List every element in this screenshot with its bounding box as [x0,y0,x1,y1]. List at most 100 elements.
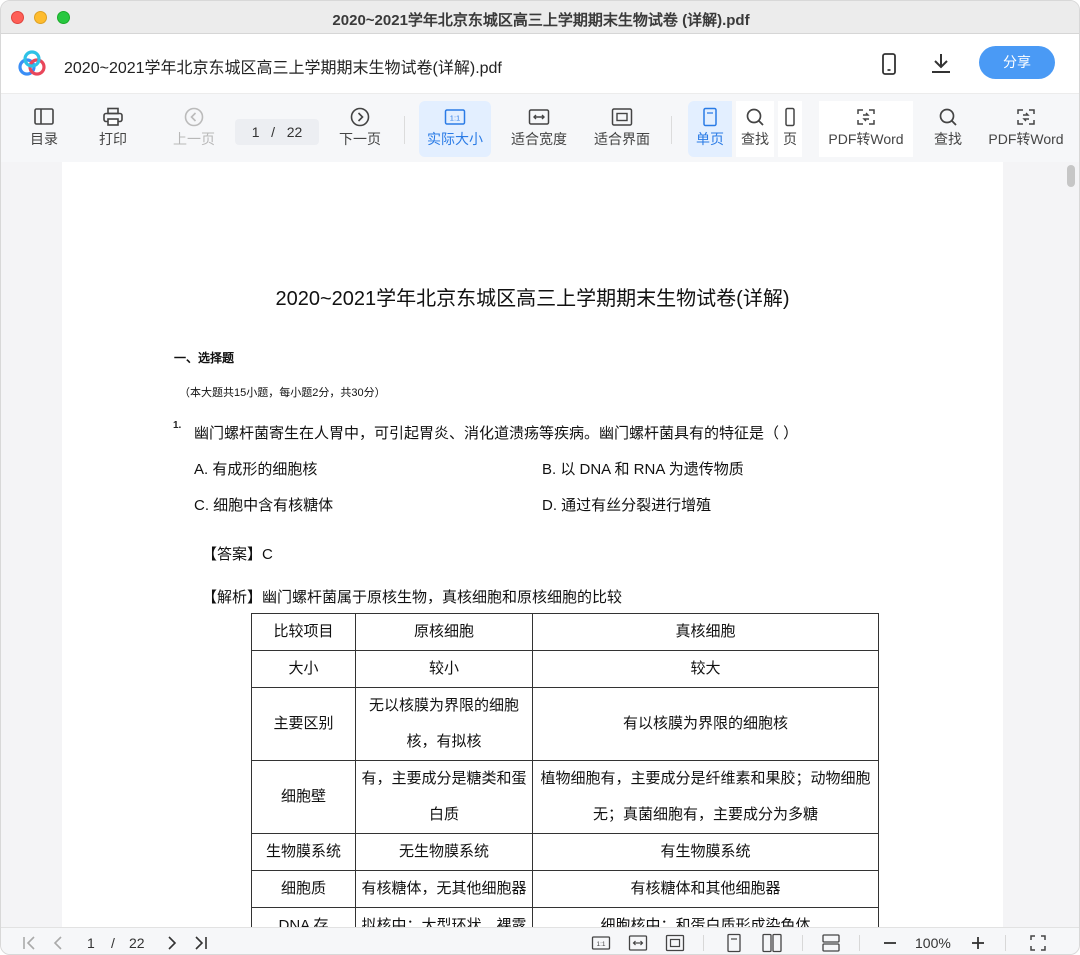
find-button[interactable]: 查找 [736,101,774,157]
table-cell: 无生物膜系统 [355,833,533,871]
app-header: 2020~2021学年北京东城区高三上学期期末生物试卷(详解).pdf 分享 [1,34,1079,94]
page-total: 22 [286,124,303,140]
convert-icon [1017,109,1035,125]
bottom-divider [1005,935,1006,951]
printer-icon [103,107,123,126]
fit-width-icon [628,935,648,951]
next-page-bottom-button[interactable] [163,933,181,953]
pdf-page: 2020~2021学年北京东城区高三上学期期末生物试卷(详解) 一、选择题 （本… [62,162,1003,927]
table-cell: 拟核中：大型环状、裸露 [355,907,533,927]
plus-icon [972,937,984,949]
next-page-button[interactable]: 下一页 [335,101,385,157]
page-mode-button[interactable]: 页 [778,101,802,157]
first-page-icon [23,936,35,950]
table-cell: 较大 [532,650,879,688]
share-button[interactable]: 分享 [979,46,1055,79]
table-cell: 生物膜系统 [251,833,356,871]
fit-width-bottom-button[interactable] [628,933,648,953]
actual-size-icon: 1:1 [444,109,466,125]
comparison-table: 比较项目 原核细胞 真核细胞 大小 较小 较大 主要区别 无以核膜为界限的细胞核… [251,613,879,927]
continuous-scroll-button[interactable] [821,933,841,953]
fit-page-label: 适合界面 [594,131,650,147]
table-cell: 细胞核中：和蛋白质形成染色体 [532,907,879,927]
find-label: 查找 [741,131,769,147]
fit-width-icon [528,109,550,125]
actual-size-button[interactable]: 1:1 实际大小 [419,101,491,157]
fit-page-button[interactable]: 适合界面 [589,101,655,157]
prev-page-bottom-button[interactable] [49,933,67,953]
zoom-out-button[interactable] [881,933,899,953]
table-cell: 有生物膜系统 [532,833,879,871]
chevron-left-icon [53,936,62,950]
question-number: 1. [173,420,182,431]
table-header-row: 比较项目 原核细胞 真核细胞 [251,613,879,651]
bottom-page-total: 22 [129,935,145,951]
bottom-page-current[interactable]: 1 [87,933,95,953]
fit-page-icon [665,934,685,952]
toc-button[interactable]: 目录 [19,101,69,157]
single-page-label: 单页 [696,131,724,147]
search-icon [746,108,764,126]
find-button-2[interactable]: 查找 [926,101,970,157]
section-note: （本大题共15小题，每小题2分，共30分） [179,387,386,399]
page-separator: / [271,124,276,140]
svg-text:1:1: 1:1 [596,941,605,948]
actual-size-label: 实际大小 [427,131,483,147]
print-label: 打印 [99,131,127,147]
analysis-text: 【解析】幽门螺杆菌属于原核生物，真核细胞和原核细胞的比较 [202,589,623,606]
pdf-to-word-button-2[interactable]: PDF转Word [985,101,1067,157]
continuous-scroll-icon [822,934,840,952]
first-page-button[interactable] [21,933,39,953]
zoom-level[interactable]: 100% [915,933,951,953]
table-cell: 无以核膜为界限的细胞核，有拟核 [355,687,533,761]
option-b: B. 以 DNA 和 RNA 为遗传物质 [542,461,744,478]
mobile-icon[interactable] [876,51,902,77]
toolbar-divider [404,116,405,144]
convert-icon [857,109,875,125]
page-icon [785,107,795,127]
fullscreen-icon [1030,935,1046,951]
table-cell: 较小 [355,650,533,688]
single-page-bottom-button[interactable] [725,933,743,953]
table-cell: 细胞壁 [251,760,356,834]
single-page-icon [703,107,717,127]
vertical-scrollbar[interactable] [1067,165,1075,187]
fullscreen-button[interactable] [1028,933,1048,953]
table-cell: 有核糖体，无其他细胞器 [355,870,533,908]
actual-size-bottom-button[interactable]: 1:1 [591,933,611,953]
table-cell: 有核糖体和其他细胞器 [532,870,879,908]
document-title: 2020~2021学年北京东城区高三上学期期末生物试卷(详解).pdf [64,60,502,77]
table-cell: 细胞质 [251,870,356,908]
download-icon[interactable] [928,51,954,77]
question-text: 幽门螺杆菌寄生在人胃中，可引起胃炎、消化道溃疡等疾病。幽门螺杆菌具有的特征是（ … [194,425,799,442]
bottom-page-separator: / [111,935,115,951]
pdf-to-word-button[interactable]: PDF转Word [819,101,913,157]
fit-page-icon [611,108,633,126]
next-circle-icon [350,107,370,127]
chevron-right-icon [168,936,177,950]
page-current: 1 [251,124,260,140]
single-page-button[interactable]: 单页 [688,101,732,157]
zoom-in-button[interactable] [969,933,987,953]
document-viewport[interactable]: 2020~2021学年北京东城区高三上学期期末生物试卷(详解) 一、选择题 （本… [1,162,1079,927]
page-number-input[interactable]: 1 / 22 [235,119,319,145]
table-cell: DNA 存 [251,907,356,927]
toc-label: 目录 [30,131,58,147]
print-button[interactable]: 打印 [89,101,137,157]
table-row: DNA 存 拟核中：大型环状、裸露 细胞核中：和蛋白质形成染色体 [251,907,879,927]
fit-width-button[interactable]: 适合宽度 [506,101,572,157]
fit-page-bottom-button[interactable] [665,933,685,953]
table-row: 细胞质 有核糖体，无其他细胞器 有核糖体和其他细胞器 [251,870,879,908]
two-page-bottom-button[interactable] [761,933,783,953]
table-header-cell: 比较项目 [251,613,356,651]
single-page-icon [727,933,741,953]
table-row: 大小 较小 较大 [251,650,879,688]
title-bar: 2020~2021学年北京东城区高三上学期期末生物试卷 (详解).pdf [1,1,1079,34]
table-cell: 主要区别 [251,687,356,761]
last-page-button[interactable] [191,933,209,953]
prev-page-button[interactable]: 上一页 [169,101,219,157]
table-cell: 有，主要成分是糖类和蛋白质 [355,760,533,834]
pdf-to-word-label: PDF转Word [828,131,904,147]
page-mode-label: 页 [783,131,797,147]
bottom-divider [859,935,860,951]
